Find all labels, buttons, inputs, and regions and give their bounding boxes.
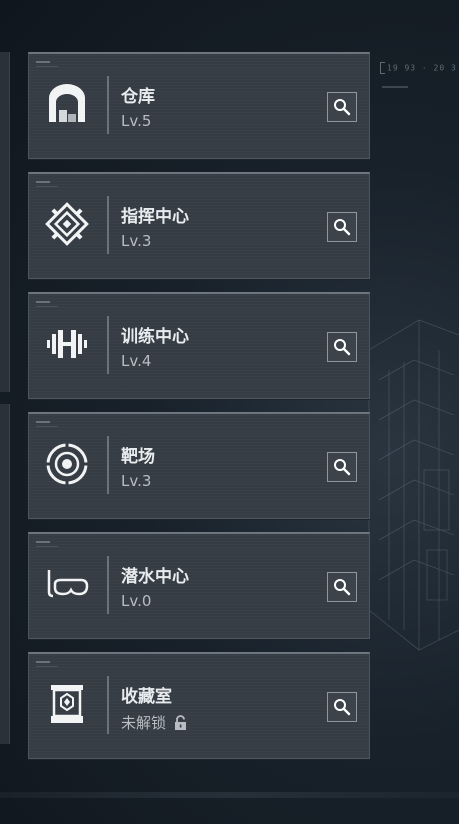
magnifier-icon [334,339,351,356]
bottom-decor-bar [0,792,459,798]
left-panel-edge [0,52,10,392]
magnifier-icon [334,579,351,596]
inspect-button[interactable] [327,212,357,242]
card-divider [107,76,109,134]
dumbbell-icon [43,320,91,368]
target-icon [43,440,91,488]
card-divider [107,196,109,254]
facility-name: 指挥中心 [121,207,189,227]
facility-card-warehouse[interactable]: 仓库 Lv.5 [28,52,370,159]
magnifier-icon [334,219,351,236]
card-tag [36,181,50,183]
diving-mask-icon [43,560,91,608]
card-tag [36,301,50,303]
warehouse-icon [43,80,91,128]
facility-level: Lv.3 [121,232,152,250]
coordinate-readout: 19 93 · 20 3 [380,62,457,74]
inspect-button[interactable] [327,572,357,602]
facility-status: 未解锁 [121,712,187,733]
facility-level: Lv.0 [121,592,152,610]
card-divider [107,556,109,614]
card-tag [36,546,58,547]
facility-card-training-center[interactable]: 训练中心 Lv.4 [28,292,370,399]
magnifier-icon [334,699,351,716]
lock-icon [175,715,187,730]
facility-card-collection-room[interactable]: 收藏室 未解锁 [28,652,370,759]
facility-name: 收藏室 [121,687,172,707]
facility-level: Lv.3 [121,472,152,490]
readout-underline [382,86,408,88]
facility-card-diving-center[interactable]: 潜水中心 Lv.0 [28,532,370,639]
left-panel-edge [0,404,10,744]
facility-card-command-center[interactable]: 指挥中心 Lv.3 [28,172,370,279]
card-tag [36,661,50,663]
card-tag [36,61,50,63]
card-tag [36,541,50,543]
card-tag [36,66,58,67]
building-wireframe [368,319,459,651]
card-tag [36,421,50,423]
card-tag [36,426,58,427]
magnifier-icon [334,99,351,116]
card-tag [36,306,58,307]
inspect-button[interactable] [327,332,357,362]
display-case-icon [43,680,91,728]
command-center-icon [43,200,91,248]
magnifier-icon [334,459,351,476]
facility-list: 仓库 Lv.5 指挥中心 Lv.3 训练中心 Lv.4 靶场 Lv.3 潜水中心… [28,52,370,772]
facility-name: 训练中心 [121,327,189,347]
facility-level: Lv.5 [121,112,152,130]
card-tag [36,186,58,187]
card-divider [107,676,109,734]
card-divider [107,316,109,374]
facility-card-shooting-range[interactable]: 靶场 Lv.3 [28,412,370,519]
facility-name: 潜水中心 [121,567,189,587]
facility-level: Lv.4 [121,352,152,370]
inspect-button[interactable] [327,692,357,722]
unlock-status-text: 未解锁 [121,714,167,732]
facility-name: 仓库 [121,87,155,107]
inspect-button[interactable] [327,452,357,482]
facility-name: 靶场 [121,447,155,467]
card-divider [107,436,109,494]
card-tag [36,666,58,667]
inspect-button[interactable] [327,92,357,122]
